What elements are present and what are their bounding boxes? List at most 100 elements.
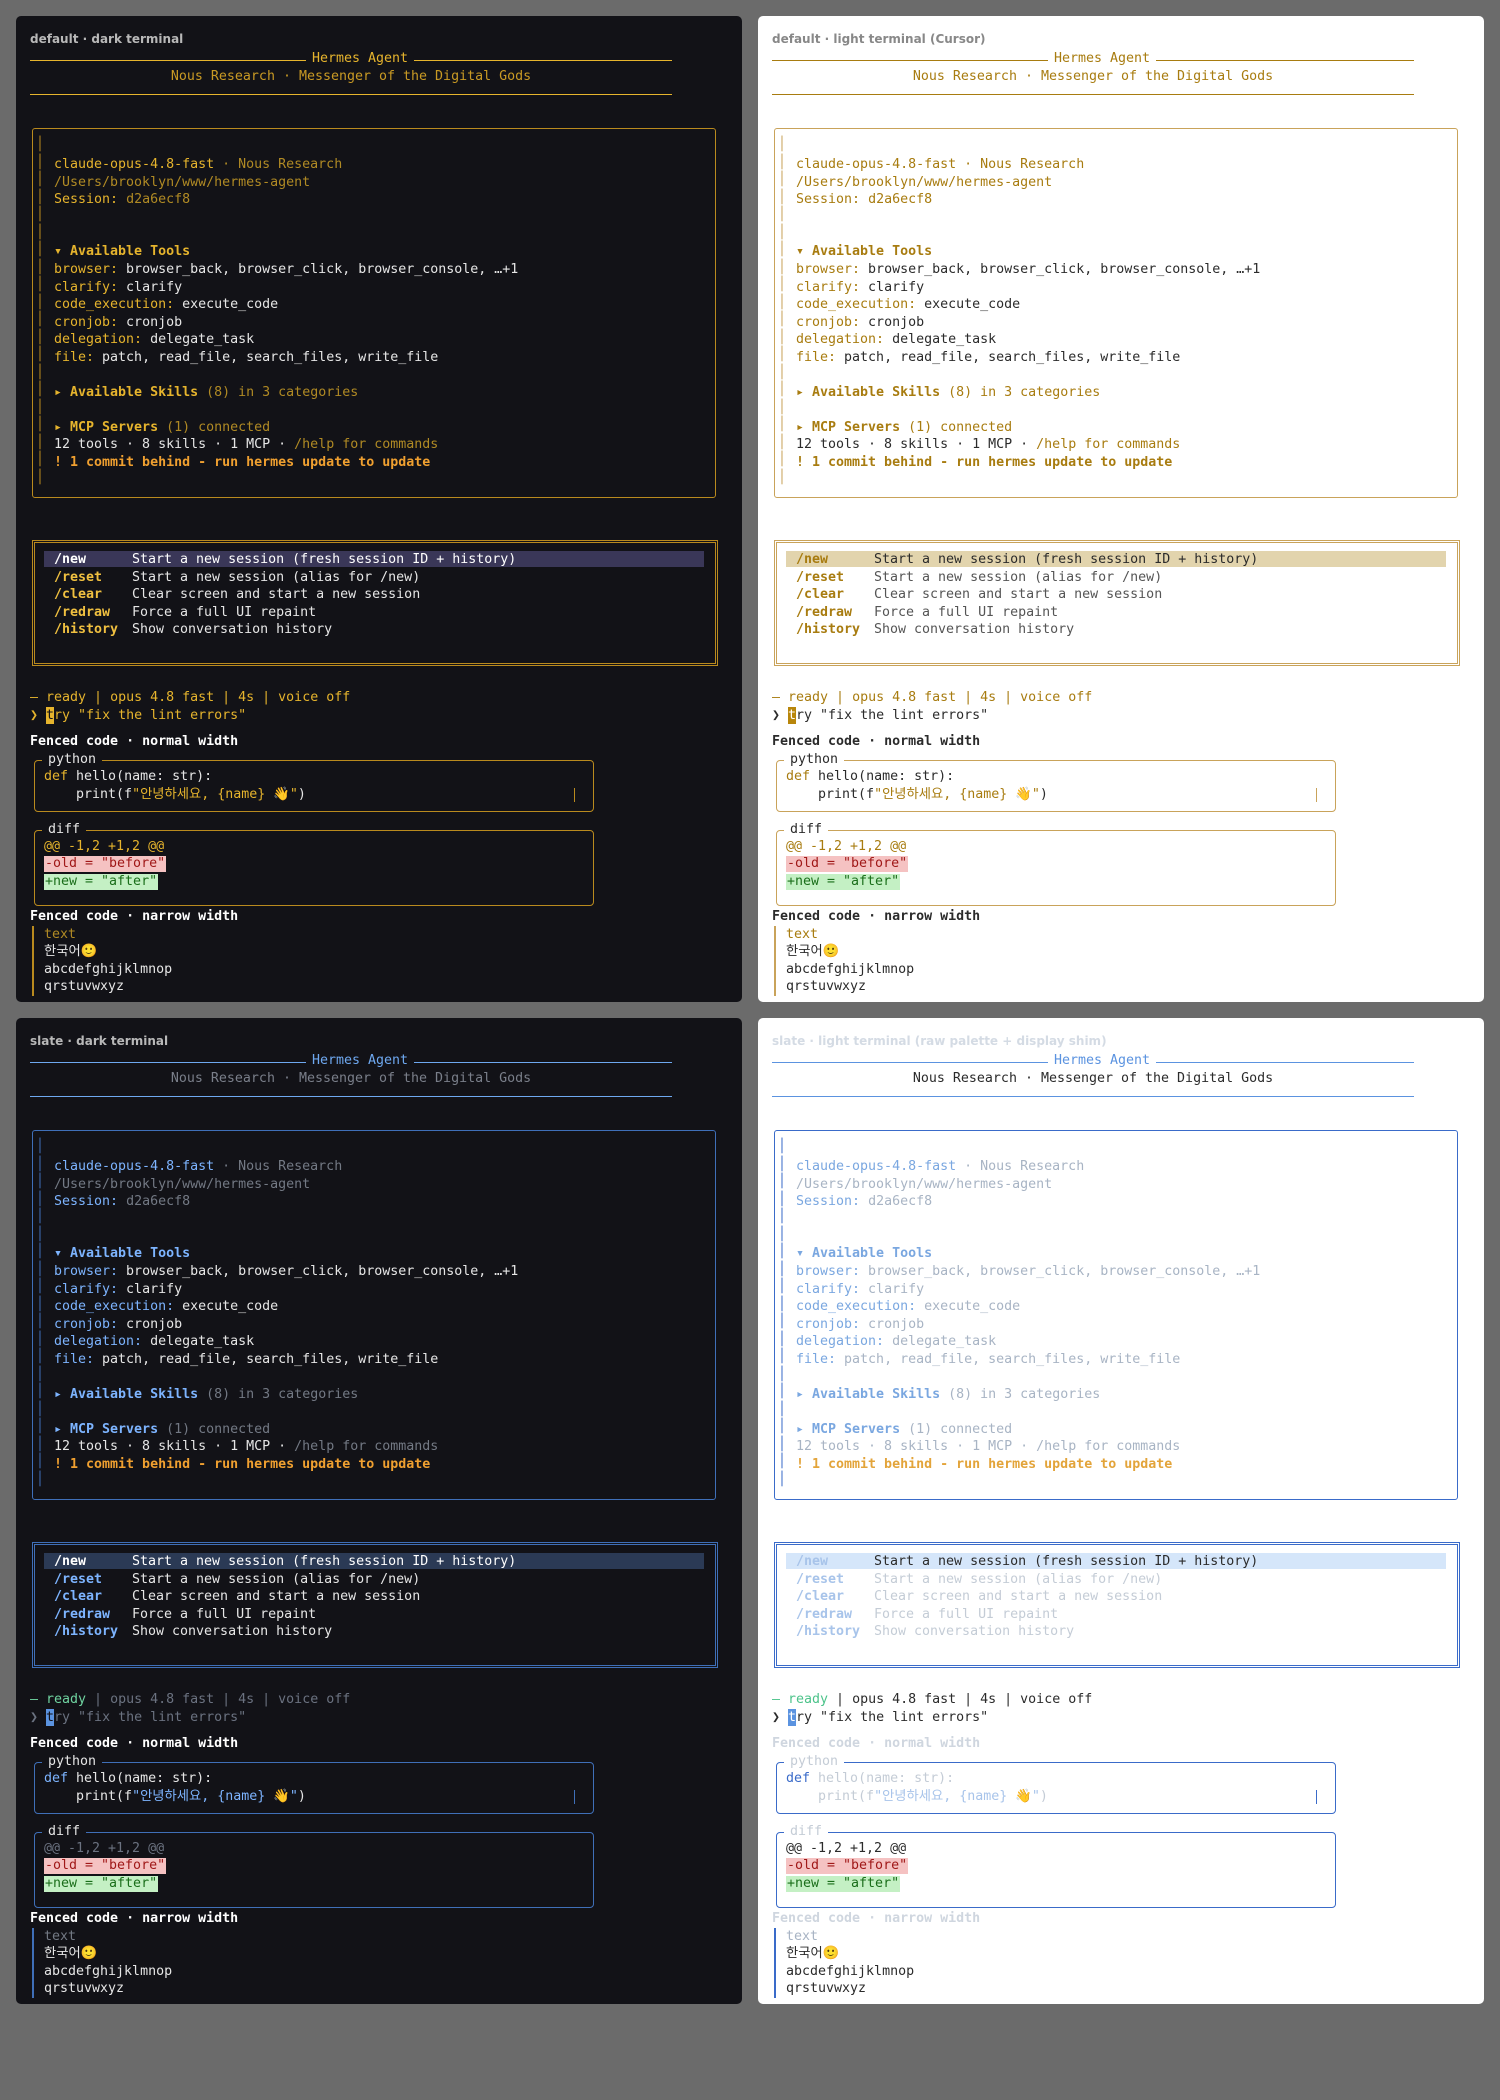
code-line-def: def hello(name: str): <box>44 1770 212 1788</box>
code-string: "안녕하세요, {name} 👋" <box>132 787 298 802</box>
code-call: print(f <box>786 787 875 802</box>
code-block-scroll-edge <box>574 1790 575 1804</box>
code-line-print: print(f"안녕하세요, {name} 👋") <box>44 786 306 804</box>
prompt-input[interactable]: ❯ try "fix the lint errors" <box>772 1708 989 1726</box>
command-name: /reset <box>796 569 845 585</box>
command-name: /redraw <box>796 604 853 620</box>
command-item-history[interactable]: /history Show conversation history <box>796 621 1074 639</box>
tool-label: cronjob: <box>796 1316 861 1332</box>
command-item-new[interactable]: /new Start a new session (fresh session I… <box>54 551 516 569</box>
model-line: claude-opus-4.8-fast · Nous Research <box>54 156 342 174</box>
tools-header[interactable]: ▾ Available Tools <box>796 1245 932 1263</box>
command-item-reset[interactable]: /reset Start a new session (alias for /ne… <box>796 569 1162 587</box>
command-desc: Start a new session (alias for /new) <box>132 569 421 585</box>
command-item-clear[interactable]: /clear Clear screen and start a new sessi… <box>796 586 1162 604</box>
tools-header[interactable]: ▾ Available Tools <box>796 243 932 261</box>
narrow-line: 한국어🙂 <box>44 944 98 959</box>
tool-value: clarify <box>118 1281 183 1297</box>
banner-title: Hermes Agent <box>1048 1052 1157 1070</box>
model-line: claude-opus-4.8-fast · Nous Research <box>796 156 1084 174</box>
tool-label: cronjob: <box>796 314 861 330</box>
command-item-reset[interactable]: /reset Start a new session (alias for /ne… <box>54 569 420 587</box>
narrow-line: qrstuvwxyz <box>786 979 867 994</box>
mcp-line[interactable]: ▸ MCP Servers (1) connected <box>796 419 1012 437</box>
skills-line[interactable]: ▸ Available Skills (8) in 3 categories <box>54 1386 358 1404</box>
tool-value: cronjob <box>860 314 925 330</box>
narrow-line: 한국어🙂 <box>786 1946 840 1961</box>
tool-row-cronjob: cronjob: cronjob <box>796 1316 924 1334</box>
prompt-placeholder: ry "fix the lint errors" <box>796 1709 989 1725</box>
status-line: — ready | opus 4.8 fast | 4s | voice off <box>772 1691 1092 1709</box>
prompt-symbol: ❯ <box>30 1709 47 1725</box>
provider-name: · Nous Research <box>214 1159 343 1174</box>
code-keyword: def <box>44 1771 69 1786</box>
narrow-line: text <box>786 1928 819 1944</box>
skills-line[interactable]: ▸ Available Skills (8) in 3 categories <box>54 384 358 402</box>
code-block-scroll-edge <box>1316 1790 1317 1804</box>
skills-line[interactable]: ▸ Available Skills (8) in 3 categories <box>796 1386 1100 1404</box>
command-item-history[interactable]: /history Show conversation history <box>796 1623 1074 1641</box>
command-item-new[interactable]: /new Start a new session (fresh session I… <box>796 551 1258 569</box>
mcp-status: (1) connected <box>900 1421 1013 1437</box>
prompt-input[interactable]: ❯ try "fix the lint errors" <box>30 1708 246 1726</box>
prompt-placeholder: ry "fix the lint errors" <box>54 707 247 723</box>
model-name: claude-opus-4.8-fast <box>54 1159 215 1174</box>
tool-row-clarify: clarify: clarify <box>54 1281 182 1299</box>
command-name: /clear <box>796 587 845 602</box>
code-line-def: def hello(name: str): <box>786 768 954 786</box>
narrow-block-rail <box>32 1928 34 1998</box>
command-item-new[interactable]: /new Start a new session (fresh session I… <box>54 1553 516 1571</box>
code-string: "안녕하세요, {name} 👋" <box>132 1789 298 1804</box>
command-item-clear[interactable]: /clear Clear screen and start a new sessi… <box>54 1588 420 1606</box>
command-desc: Show conversation history <box>132 622 333 637</box>
diff-removed-line: -old = "before" <box>786 856 909 872</box>
command-item-history[interactable]: /history Show conversation history <box>54 1623 332 1641</box>
command-item-clear[interactable]: /clear Clear screen and start a new sessi… <box>54 586 420 604</box>
command-item-new[interactable]: /new Start a new session (fresh session I… <box>796 1553 1258 1571</box>
tool-row-cronjob: cronjob: cronjob <box>796 314 924 332</box>
command-name: /clear <box>54 587 103 602</box>
panel-default-light: default · light terminal (Cursor) Hermes… <box>758 16 1484 1002</box>
tool-row-clarify: clarify: clarify <box>796 279 924 297</box>
command-item-redraw[interactable]: /redraw Force a full UI repaint <box>796 604 1058 622</box>
tool-row-browser: browser: browser_back, browser_click, br… <box>796 261 1260 279</box>
tool-label: delegation: <box>54 332 143 347</box>
prompt-input[interactable]: ❯ try "fix the lint errors" <box>30 706 247 724</box>
banner-rule-bottom <box>30 1096 672 1097</box>
prompt-input[interactable]: ❯ try "fix the lint errors" <box>772 706 988 724</box>
tools-header[interactable]: ▾ Available Tools <box>54 1245 190 1263</box>
code-block-scroll-edge <box>1316 788 1317 802</box>
session-label: Session: <box>54 1194 127 1209</box>
command-desc: Show conversation history <box>874 622 1075 637</box>
tool-row-file: file: patch, read_file, search_files, wr… <box>54 1351 438 1369</box>
command-item-reset[interactable]: /reset Start a new session (alias for /ne… <box>796 1571 1162 1589</box>
narrow-line: abcdefghijklmnop <box>44 961 173 977</box>
info-box-left-rail: │ │ │ │ │ │ │ │ │ │ │ │ │ │ │ │ │ │ │ │ <box>36 1139 45 1487</box>
command-desc: Clear screen and start a new session <box>132 587 421 602</box>
narrow-block-rail <box>774 1928 776 1998</box>
skills-line[interactable]: ▸ Available Skills (8) in 3 categories <box>796 384 1100 402</box>
mcp-line[interactable]: ▸ MCP Servers (1) connected <box>796 1421 1012 1439</box>
model-name: claude-opus-4.8-fast <box>54 157 215 172</box>
command-item-redraw[interactable]: /redraw Force a full UI repaint <box>54 1606 316 1624</box>
command-item-clear[interactable]: /clear Clear screen and start a new sessi… <box>796 1588 1162 1606</box>
diff-lang-label: diff <box>42 1824 87 1840</box>
command-item-reset[interactable]: /reset Start a new session (alias for /ne… <box>54 1571 420 1589</box>
command-item-history[interactable]: /history Show conversation history <box>54 621 332 639</box>
skills-header: ▸ Available Skills <box>796 384 941 400</box>
diff-hunk-header: @@ -1,2 +1,2 @@ <box>44 839 165 854</box>
narrow-line: 한국어🙂 <box>786 944 840 959</box>
python-lang-label: python <box>784 1754 845 1770</box>
mcp-status: (1) connected <box>158 419 271 435</box>
tool-value: execute_code <box>174 297 279 312</box>
tools-header[interactable]: ▾ Available Tools <box>54 243 190 261</box>
command-item-redraw[interactable]: /redraw Force a full UI repaint <box>796 1606 1058 1624</box>
mcp-line[interactable]: ▸ MCP Servers (1) connected <box>54 1421 270 1439</box>
mcp-line[interactable]: ▸ MCP Servers (1) connected <box>54 419 270 437</box>
code-close: ) <box>1039 787 1048 802</box>
command-item-redraw[interactable]: /redraw Force a full UI repaint <box>54 604 316 622</box>
help-hint: /help for commands <box>294 1439 439 1454</box>
tool-label: delegation: <box>796 1334 885 1349</box>
tool-label: file: <box>54 1351 95 1367</box>
command-name: /history <box>796 1624 861 1639</box>
